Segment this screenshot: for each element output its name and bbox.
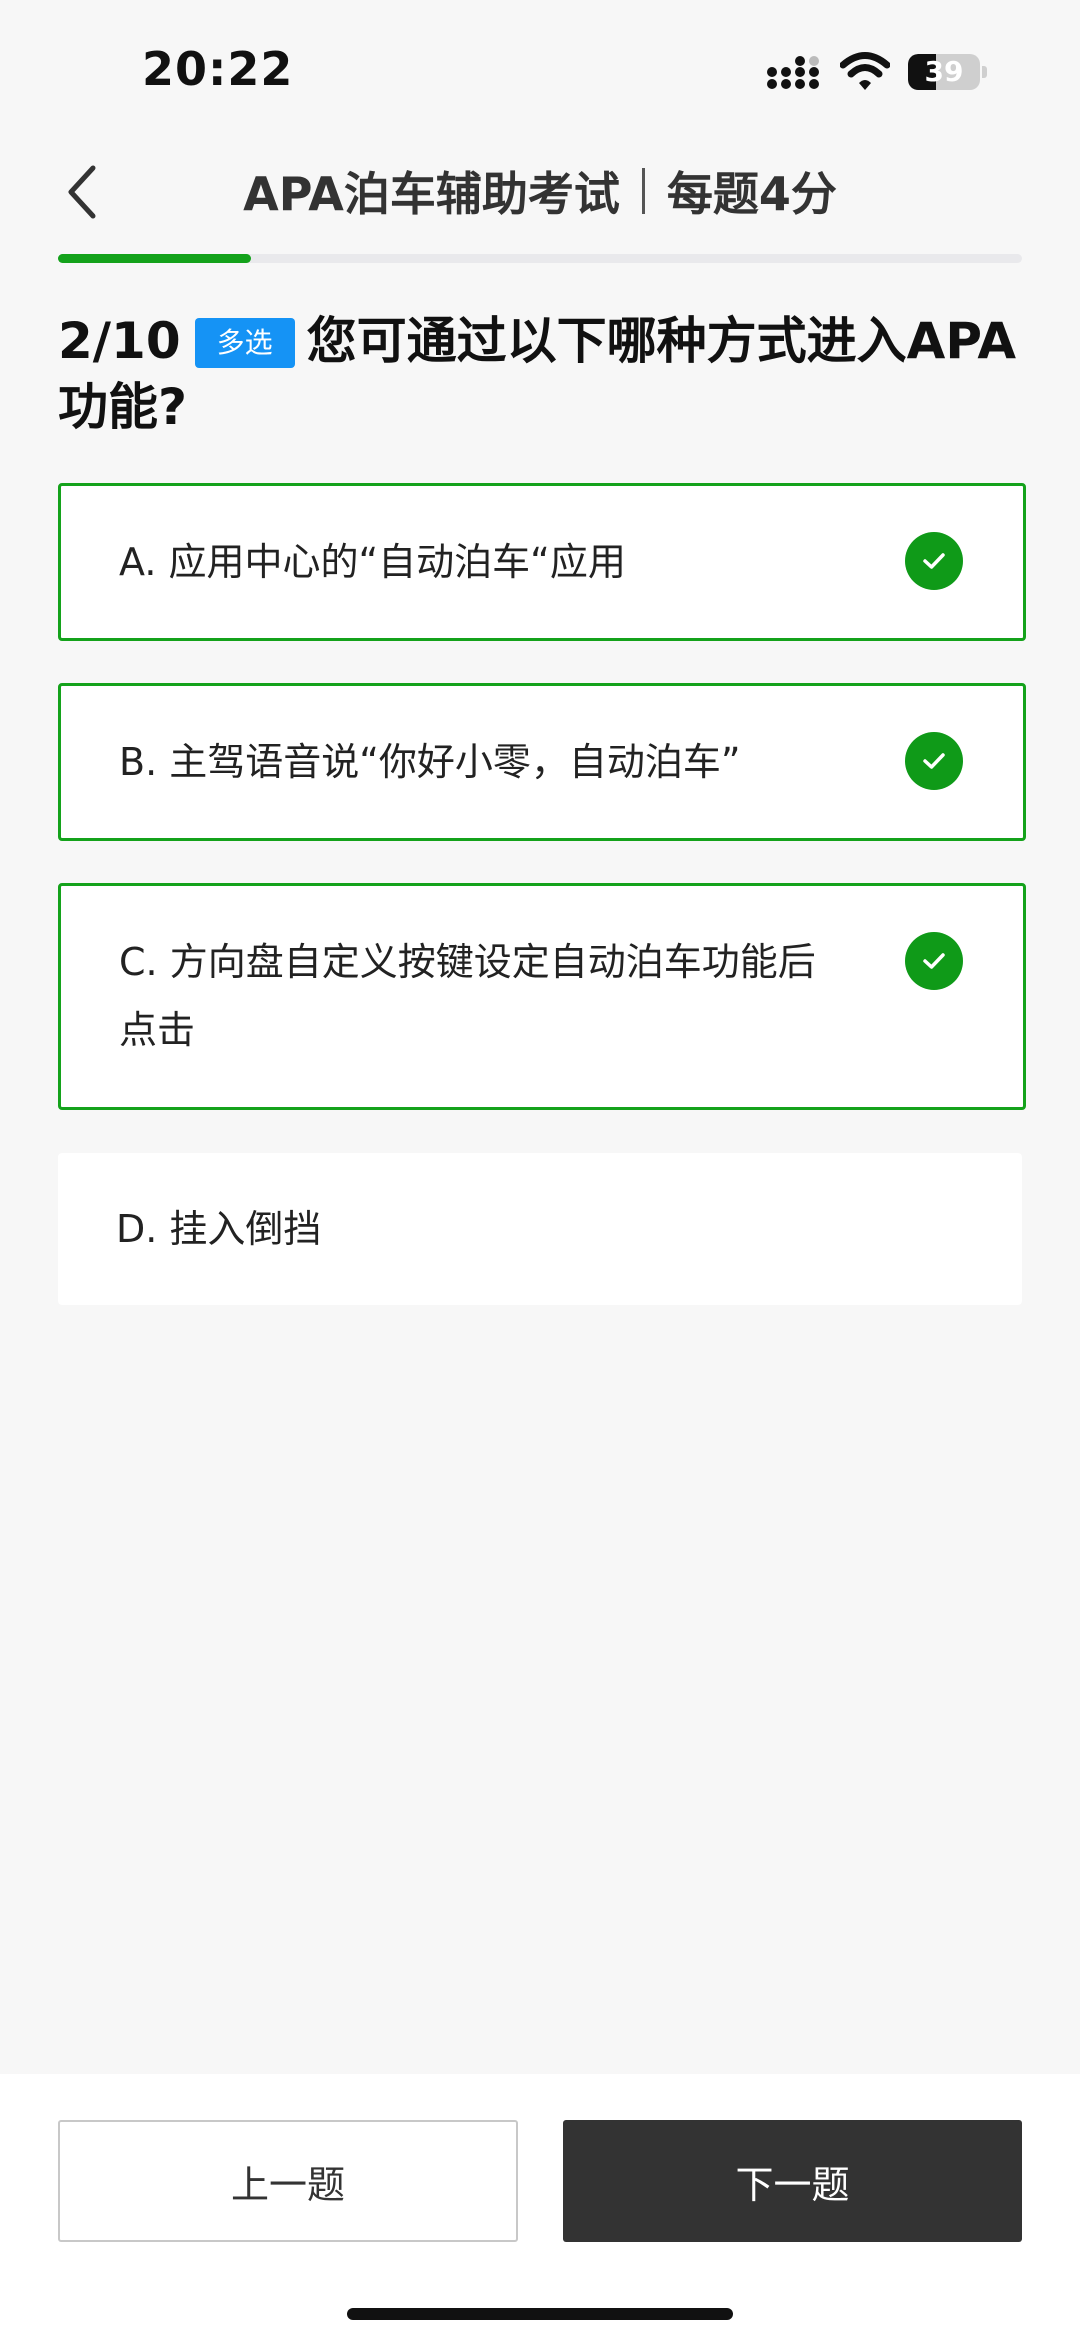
back-button[interactable]	[52, 160, 112, 224]
home-indicator[interactable]	[347, 2308, 733, 2320]
battery-icon: 39	[908, 54, 987, 90]
battery-cap	[982, 66, 987, 78]
score-per-question: 每题4分	[666, 167, 837, 221]
question-number: 2/10	[58, 312, 181, 370]
question-type-badge: 多选	[194, 318, 295, 368]
option-d-label: D. 挂入倒挡	[116, 1207, 322, 1251]
option-c[interactable]: C. 方向盘自定义按键设定自动泊车功能后点击	[58, 883, 1026, 1110]
status-time: 20:22	[142, 42, 294, 96]
check-circle-icon	[905, 732, 963, 790]
option-b-label: B. 主驾语音说“你好小零，自动泊车”	[119, 740, 741, 784]
option-a[interactable]: A. 应用中心的“自动泊车“应用	[58, 483, 1026, 641]
option-d[interactable]: D. 挂入倒挡	[58, 1153, 1022, 1305]
quiz-screen: 20:22 39 APA泊车辅助考试 每题4分 2/10 多选 您可通过以下哪种…	[0, 0, 1080, 2341]
wifi-icon	[840, 52, 890, 90]
exam-title: APA泊车辅助考试	[243, 167, 620, 221]
battery-body: 39	[908, 54, 980, 90]
next-question-button[interactable]: 下一题	[563, 2120, 1022, 2242]
chevron-left-icon	[68, 165, 96, 219]
title-divider	[641, 168, 645, 214]
status-bar: 20:22 39	[0, 0, 1080, 130]
question-heading: 2/10 多选 您可通过以下哪种方式进入APA功能?	[58, 308, 1018, 440]
option-a-label: A. 应用中心的“自动泊车“应用	[119, 540, 626, 584]
battery-percent: 39	[924, 55, 964, 88]
progress-bar	[58, 254, 1022, 263]
progress-fill	[58, 254, 251, 263]
check-circle-icon	[905, 532, 963, 590]
previous-question-button[interactable]: 上一题	[58, 2120, 518, 2242]
check-circle-icon	[905, 932, 963, 990]
option-b[interactable]: B. 主驾语音说“你好小零，自动泊车”	[58, 683, 1026, 841]
cellular-signal-icon	[767, 56, 819, 89]
option-c-label: C. 方向盘自定义按键设定自动泊车功能后点击	[119, 940, 816, 1052]
page-title: APA泊车辅助考试 每题4分	[120, 156, 960, 226]
